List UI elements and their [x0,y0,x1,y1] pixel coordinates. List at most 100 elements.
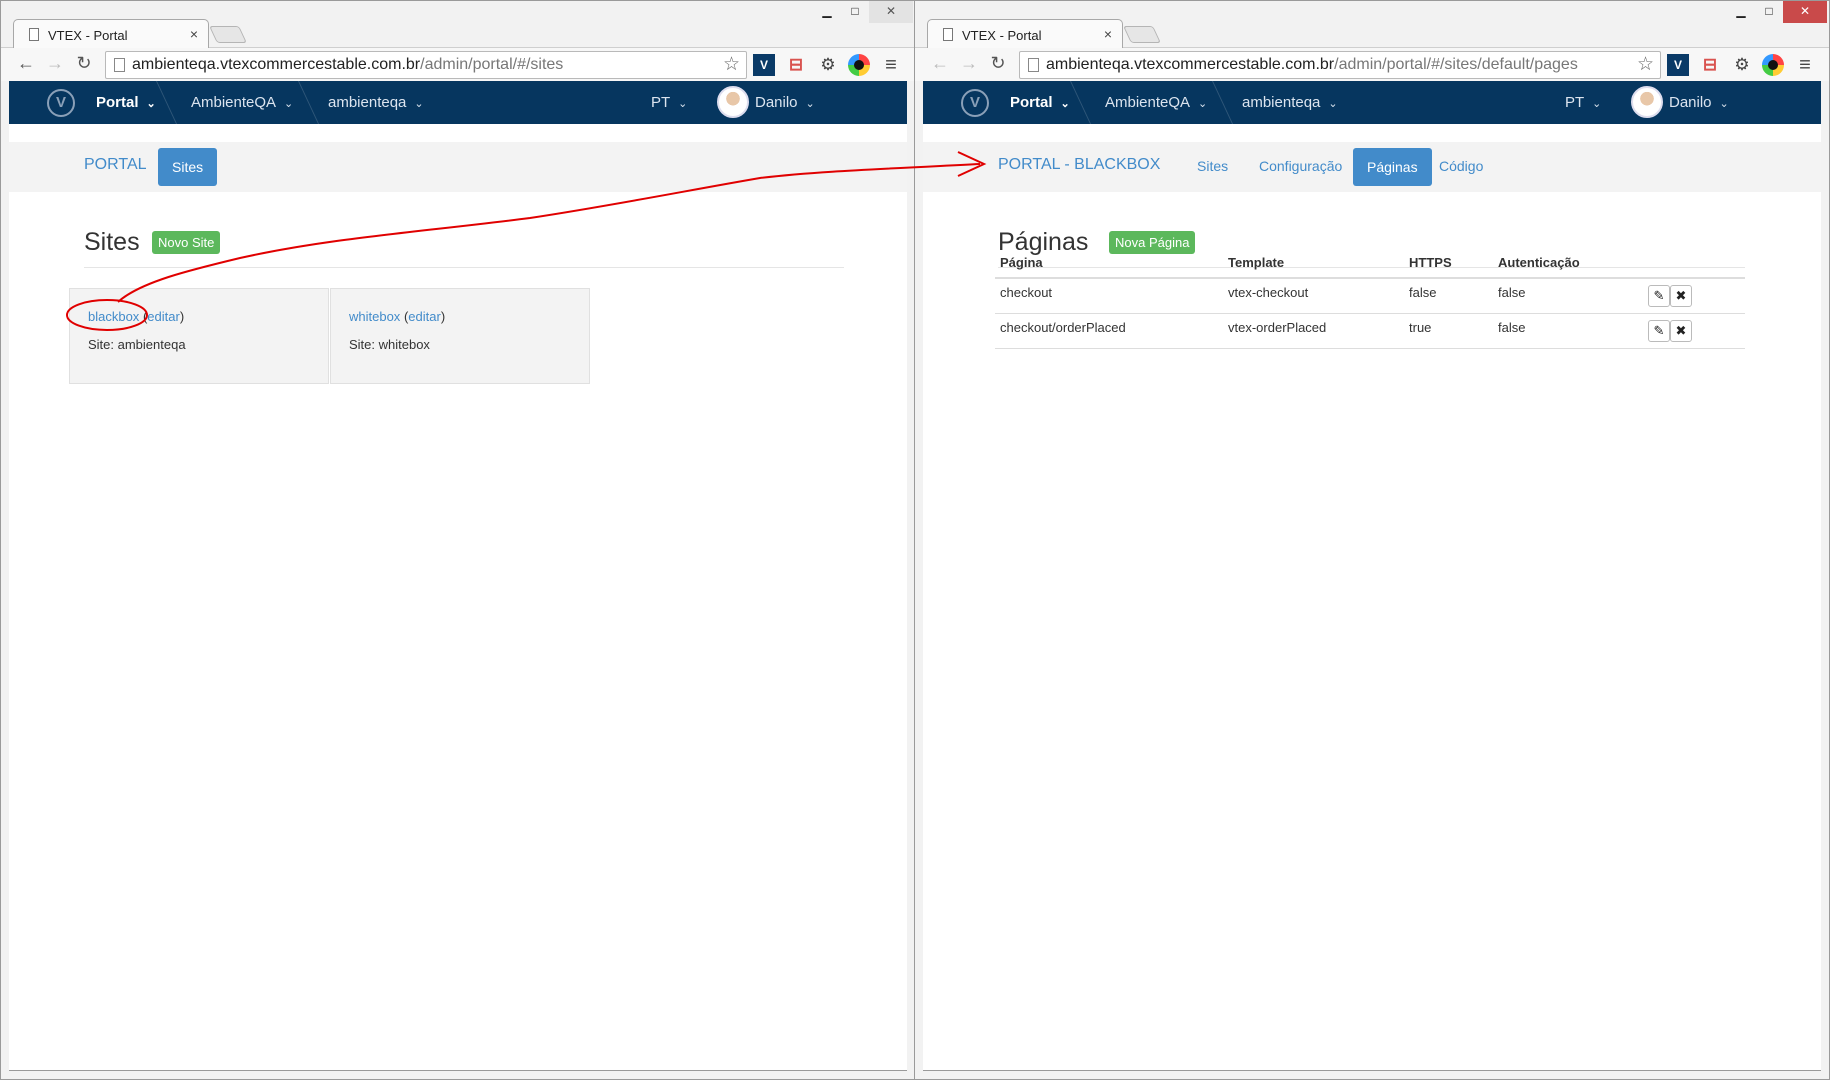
site-link-whitebox[interactable]: whitebox [349,309,400,324]
nav-account[interactable]: AmbienteQA ⌄ [191,94,293,111]
color-extension-icon[interactable] [1762,54,1784,76]
vtex-logo-icon[interactable]: V [47,89,75,117]
address-bar[interactable]: ambienteqa.vtexcommercestable.com.br/adm… [1019,51,1661,79]
forward-icon[interactable]: → [44,53,66,74]
extension-icon[interactable]: ⊟ [1699,54,1721,76]
avatar[interactable] [717,86,749,118]
cell-auth: false [1493,278,1643,314]
reload-icon[interactable]: ↻ [987,53,1009,74]
browser-toolbar: ← → ↻ ambienteqa.vtexcommercestable.com.… [915,47,1829,81]
avatar[interactable] [1631,86,1663,118]
page-icon [114,58,125,72]
close-tab-icon[interactable]: × [1104,26,1112,42]
nav-portal-label: Portal [96,94,139,111]
page-icon [943,28,953,41]
divider [84,267,844,268]
extension-icon[interactable]: ⊟ [785,54,807,76]
nav-store-label: ambienteqa [1242,94,1321,111]
minimize-button[interactable]: ▁ [813,1,841,23]
tab-strip: VTEX - Portal × ▁ □ ✕ [1,1,915,48]
cell-actions: ✎ ✖ [1643,313,1745,349]
close-window-button[interactable]: ✕ [1783,1,1827,23]
cell-template: vtex-checkout [1223,278,1404,314]
vtex-extension-icon[interactable]: V [1667,54,1689,76]
browser-window-left: VTEX - Portal × ▁ □ ✕ ← → ↻ ambienteqa.v… [0,0,916,1080]
site-link-blackbox[interactable]: blackbox [88,309,139,324]
page-icon [29,28,39,41]
browser-tab[interactable]: VTEX - Portal × [13,19,209,48]
tab-sites[interactable]: Sites [1197,158,1228,174]
back-icon[interactable]: ← [15,53,37,74]
browser-tab[interactable]: VTEX - Portal × [927,19,1123,48]
language-selector[interactable]: PT ⌄ [1565,94,1601,111]
vtex-logo-icon[interactable]: V [961,89,989,117]
user-menu[interactable]: Danilo ⌄ [1669,94,1729,111]
vtex-extension-icon[interactable]: V [753,54,775,76]
address-bar[interactable]: ambienteqa.vtexcommercestable.com.br/adm… [105,51,747,79]
edit-icon[interactable]: ✎ [1648,285,1670,307]
chevron-down-icon: ⌄ [1719,98,1729,110]
edit-icon[interactable]: ✎ [1648,320,1670,342]
language-label: PT [651,94,671,111]
tab-configuracao[interactable]: Configuração [1259,158,1342,174]
column-header-https: HTTPS [1404,248,1493,279]
nav-portal-label: Portal [1010,94,1053,111]
page-title: Sites [84,228,140,256]
tab-sites[interactable]: Sites [158,148,218,186]
chevron-down-icon: ⌄ [805,98,815,110]
menu-icon[interactable]: ≡ [1794,54,1816,76]
chevron-down-icon: ⌄ [414,98,424,110]
site-label: Site: whitebox [349,337,430,352]
close-window-button[interactable]: ✕ [869,1,913,23]
gear-icon[interactable]: ⚙ [1731,54,1753,76]
nav-store[interactable]: ambienteqa ⌄ [328,94,424,111]
tab-title: VTEX - Portal [962,28,1042,43]
table-header-row: Página Template HTTPS Autenticação [995,248,1745,279]
chevron-down-icon: ⌄ [678,98,688,110]
maximize-button[interactable]: □ [841,1,869,23]
close-tab-icon[interactable]: × [190,26,198,42]
tab-strip: VTEX - Portal × ▁ □ ✕ [915,1,1829,48]
color-extension-icon[interactable] [848,54,870,76]
new-tab-button[interactable] [209,26,247,43]
cell-template: vtex-orderPlaced [1223,313,1404,349]
page-content: PORTAL Sites Sites Novo Site blackbox (e… [9,124,907,1071]
url-host: ambienteqa.vtexcommercestable.com.br [132,56,421,73]
portal-brand-link[interactable]: PORTAL [84,156,147,174]
app-navbar: V Portal ⌄ AmbienteQA ⌄ ambienteqa ⌄ PT ⌄ Da… [923,81,1821,124]
page-content: PORTAL - BLACKBOX Sites Configuração Pág… [923,124,1821,1071]
star-icon[interactable]: ☆ [1637,53,1654,76]
star-icon[interactable]: ☆ [723,53,740,76]
maximize-button[interactable]: □ [1755,1,1783,23]
delete-icon[interactable]: ✖ [1670,285,1692,307]
forward-icon[interactable]: → [958,53,980,74]
tab-title: VTEX - Portal [48,28,128,43]
cell-auth: false [1493,313,1643,349]
delete-icon[interactable]: ✖ [1670,320,1692,342]
cell-actions: ✎ ✖ [1643,278,1745,314]
tab-paginas[interactable]: Páginas [1353,148,1432,186]
pages-table: Página Template HTTPS Autenticação check… [995,248,1745,349]
gear-icon[interactable]: ⚙ [817,54,839,76]
minimize-button[interactable]: ▁ [1727,1,1755,23]
new-tab-button[interactable] [1123,26,1161,43]
url-path: /admin/portal/#/sites [420,56,564,73]
cell-https: false [1404,278,1493,314]
user-name: Danilo [755,94,798,111]
reload-icon[interactable]: ↻ [73,53,95,74]
language-selector[interactable]: PT ⌄ [651,94,687,111]
user-menu[interactable]: Danilo ⌄ [755,94,815,111]
new-site-button[interactable]: Novo Site [152,231,221,254]
nav-account[interactable]: AmbienteQA ⌄ [1105,94,1207,111]
portal-blackbox-brand-link[interactable]: PORTAL - BLACKBOX [998,156,1160,174]
column-header-auth: Autenticação [1493,248,1643,279]
app-navbar: V Portal ⌄ AmbienteQA ⌄ ambienteqa ⌄ PT ⌄ Da… [9,81,907,124]
back-icon[interactable]: ← [929,53,951,74]
edit-link-blackbox[interactable]: editar [147,309,180,324]
edit-link-whitebox[interactable]: editar [408,309,441,324]
tab-codigo[interactable]: Código [1439,158,1483,174]
sub-navigation: PORTAL - BLACKBOX Sites Configuração Pág… [923,142,1821,192]
column-header-template: Template [1223,248,1404,279]
menu-icon[interactable]: ≡ [880,54,902,76]
nav-store[interactable]: ambienteqa ⌄ [1242,94,1338,111]
